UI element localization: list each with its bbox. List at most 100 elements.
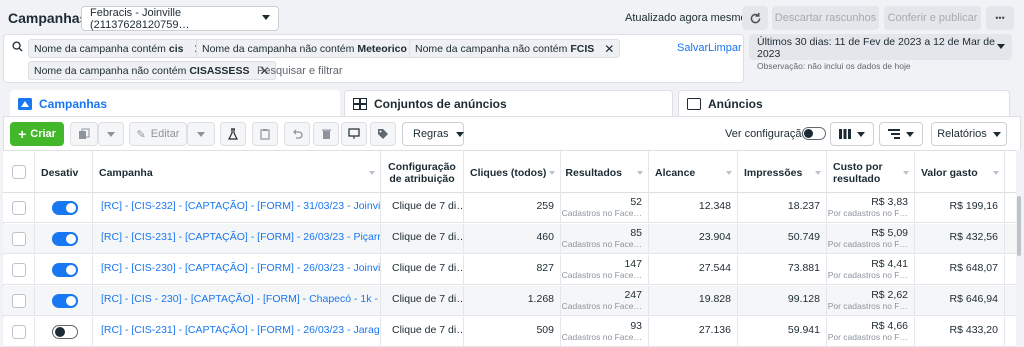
reach-cell: 12.348 <box>649 193 738 223</box>
clipboard-button[interactable] <box>252 122 278 146</box>
chevron-down-icon <box>262 15 270 20</box>
tab-campaigns[interactable]: Campanhas <box>10 90 340 118</box>
columns-button[interactable] <box>830 122 874 146</box>
results-cell: 85 Cadastros no Face… <box>561 224 649 254</box>
attribution-cell: Clique de 7 di… <box>381 286 464 316</box>
sort-icon <box>549 171 555 175</box>
campaign-name-link[interactable]: [RC] - [CIS-231] - [CAPTAÇÃO] - [FORM] -… <box>93 317 381 347</box>
col-attribution[interactable]: Configuração de atribuição <box>381 151 464 194</box>
impressions-cell: 50.749 <box>738 224 827 254</box>
tag-icon <box>378 129 388 139</box>
campaign-name-link[interactable]: [RC] - [CIS-232] - [CAPTAÇÃO] - [FORM] -… <box>93 193 381 223</box>
table-row[interactable]: [RC] - [CIS-230] - [CAPTAÇÃO] - [FORM] -… <box>3 255 1021 285</box>
campaign-name-link[interactable]: [RC] - [CIS-230] - [CAPTAÇÃO] - [FORM] -… <box>93 255 381 285</box>
tag-button[interactable] <box>370 122 396 146</box>
create-button[interactable]: + Criar <box>10 122 64 146</box>
edit-menu-button[interactable] <box>187 122 215 146</box>
spent-cell: R$ 199,16 <box>915 193 1005 223</box>
preview-icon <box>348 128 360 139</box>
date-range-note: Observação: não inclui os dados de hoje <box>757 61 911 71</box>
discard-drafts-button[interactable]: Descartar rascunhos <box>772 6 879 30</box>
reach-cell: 23.904 <box>649 224 738 254</box>
tab-ads[interactable]: Anúncios <box>678 90 1010 118</box>
col-cost-per-result[interactable]: Custo por resultado <box>827 151 915 194</box>
rules-button[interactable]: Regras <box>402 122 465 146</box>
col-amount-spent[interactable]: Valor gasto <box>915 151 1005 194</box>
filter-chip[interactable]: Nome da campanha contémcis✕ <box>28 39 210 58</box>
save-filter-link[interactable]: Salvar <box>677 42 708 54</box>
spent-cell: R$ 646,94 <box>915 286 1005 316</box>
sort-icon <box>903 171 909 175</box>
campaign-name-link[interactable]: [RC] - [CIS-231] - [CAPTAÇÃO] - [FORM] -… <box>93 224 381 254</box>
results-cell: 247 Cadastros no Face… <box>561 286 649 316</box>
date-range-picker[interactable]: Últimos 30 dias: 11 de Fev de 2023 a 12 … <box>749 34 1012 71</box>
campaign-toggle[interactable] <box>52 232 78 246</box>
col-clicks[interactable]: Cliques (todos) <box>464 151 561 194</box>
reach-cell: 27.136 <box>649 317 738 347</box>
select-all-checkbox[interactable] <box>12 165 26 179</box>
chevron-down-icon <box>197 131 205 137</box>
filter-chip[interactable]: Nome da campanha não contém CISASSESS ✕ <box>28 61 276 80</box>
col-impressions[interactable]: Impressões <box>738 151 827 194</box>
col-campaign[interactable]: Campanha <box>93 151 381 194</box>
view-config-label: Ver configuração <box>725 128 808 140</box>
reach-cell: 27.544 <box>649 255 738 285</box>
row-checkbox[interactable] <box>12 294 26 308</box>
table-row[interactable]: [RC] - [CIS - 230] - [CAPTAÇÃO] - [FORM]… <box>3 286 1021 316</box>
row-checkbox[interactable] <box>12 232 26 246</box>
cost-cell: R$ 5,09 Por cadastros no F… <box>827 224 915 254</box>
sort-icon <box>726 171 732 175</box>
toggle-knob <box>804 129 813 138</box>
filter-chip[interactable]: Nome da campanha não contémMeteorico✕ <box>196 39 433 58</box>
campaign-toggle[interactable] <box>52 294 78 308</box>
clicks-cell: 259 <box>464 193 561 223</box>
account-selector[interactable]: Febracis - Joinville (21137628120759… <box>81 6 279 31</box>
results-cell: 147 Cadastros no Face… <box>561 255 649 285</box>
close-icon[interactable]: ✕ <box>604 42 614 56</box>
table-row[interactable]: [RC] - [CIS-232] - [CAPTAÇÃO] - [FORM] -… <box>3 193 1021 223</box>
campaign-name-link[interactable]: [RC] - [CIS - 230] - [CAPTAÇÃO] - [FORM]… <box>93 286 381 316</box>
col-results[interactable]: Resultados <box>561 151 649 194</box>
breakdown-button[interactable] <box>879 122 923 146</box>
edit-button[interactable]: ✎ Editar <box>129 122 187 146</box>
reports-button[interactable]: Relatórios <box>931 122 1007 146</box>
chevron-down-icon <box>997 44 1005 49</box>
clear-filter-link[interactable]: Limpar <box>708 42 742 54</box>
flask-icon <box>228 128 238 140</box>
search-icon <box>12 41 23 52</box>
impressions-cell: 99.128 <box>738 286 827 316</box>
spent-cell: R$ 648,07 <box>915 255 1005 285</box>
more-options-button[interactable]: ••• <box>986 6 1014 30</box>
clicks-cell: 827 <box>464 255 561 285</box>
columns-icon <box>839 129 851 139</box>
table-row[interactable]: [RC] - [CIS-231] - [CAPTAÇÃO] - [FORM] -… <box>3 224 1021 254</box>
filter-chip[interactable]: Nome da campanha não contém FCIS ✕ <box>409 39 621 58</box>
duplicate-menu-button[interactable] <box>98 122 124 146</box>
preview-button[interactable] <box>341 122 367 146</box>
impressions-cell: 73.881 <box>738 255 827 285</box>
ad-sets-icon <box>353 98 367 110</box>
row-checkbox[interactable] <box>12 325 26 339</box>
col-reach[interactable]: Alcance <box>649 151 738 194</box>
top-bar: Campanhas Febracis - Joinville (21137628… <box>0 0 1024 36</box>
search-filter-input[interactable]: Pesquisar e filtrar <box>257 65 343 77</box>
table-header: Desativ Campanha Configuração de atribui… <box>3 150 1021 194</box>
row-checkbox[interactable] <box>12 201 26 215</box>
tab-ad-sets[interactable]: Conjuntos de anúncios <box>344 90 673 118</box>
table-row[interactable]: [RC] - [CIS-231] - [CAPTAÇÃO] - [FORM] -… <box>3 317 1021 347</box>
row-checkbox[interactable] <box>12 263 26 277</box>
refresh-button[interactable] <box>742 6 768 30</box>
view-config-toggle[interactable] <box>802 127 826 140</box>
undo-button[interactable] <box>284 122 310 146</box>
delete-button[interactable] <box>313 122 339 146</box>
scrollbar-thumb[interactable] <box>1017 196 1021 256</box>
ab-test-button[interactable] <box>220 122 246 146</box>
campaign-toggle[interactable] <box>52 325 78 339</box>
pencil-icon: ✎ <box>136 128 146 141</box>
filter-bar: Nome da campanha contémcis✕ Nome da camp… <box>3 34 744 83</box>
duplicate-button[interactable] <box>70 122 98 146</box>
col-status[interactable]: Desativ <box>35 151 93 194</box>
review-publish-button[interactable]: Conferir e publicar <box>884 6 981 30</box>
campaign-toggle[interactable] <box>52 263 78 277</box>
campaign-toggle[interactable] <box>52 201 78 215</box>
